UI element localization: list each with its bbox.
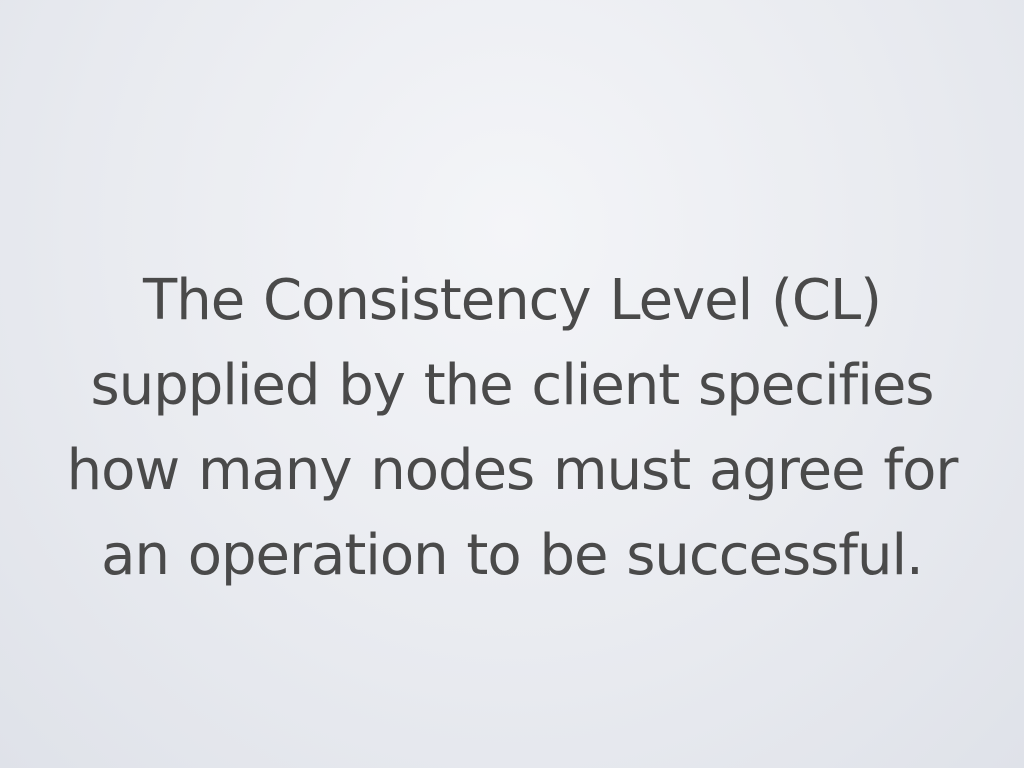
text-line-3: how many nodes must agree for xyxy=(66,438,959,503)
text-line-1: The Consistency Level (CL) xyxy=(143,268,882,333)
text-line-2: supplied by the client specifies xyxy=(90,353,935,418)
text-line-4: an operation to be successful. xyxy=(101,523,924,588)
slide: The Consistency Level (CL) supplied by t… xyxy=(0,0,1024,768)
slide-body-text: The Consistency Level (CL) supplied by t… xyxy=(0,258,1024,598)
